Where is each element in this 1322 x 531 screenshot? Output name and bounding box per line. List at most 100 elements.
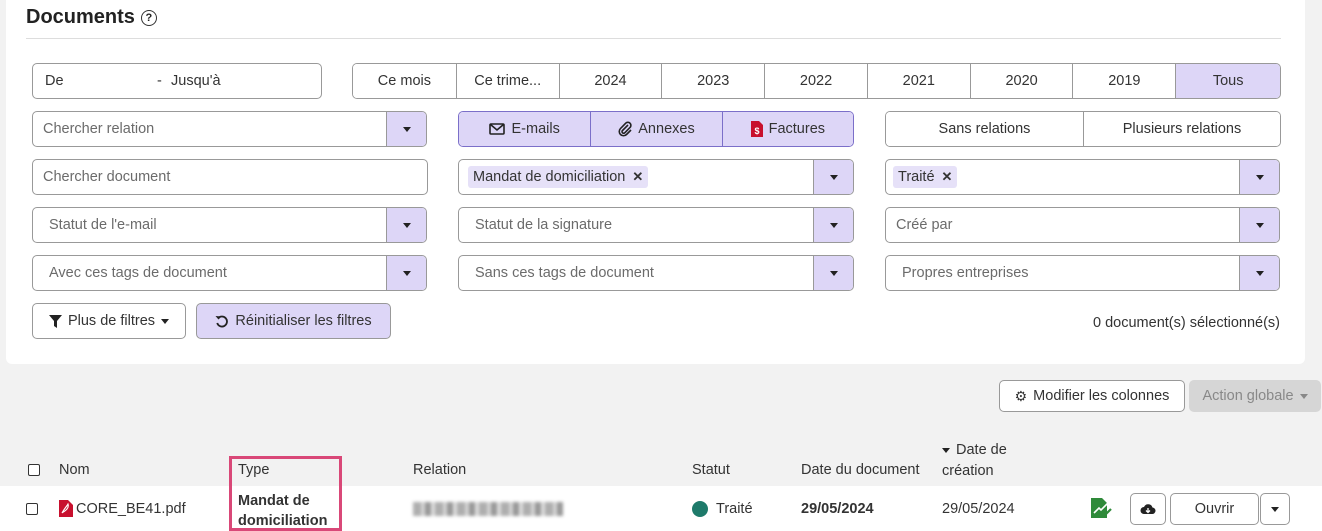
- col-header-created-line1: Date de: [956, 442, 1007, 458]
- period-option[interactable]: 2022: [764, 64, 867, 98]
- page-title: Documents: [26, 6, 135, 28]
- more-filters-label: Plus de filtres: [67, 313, 156, 329]
- download-button[interactable]: [1130, 493, 1166, 525]
- chevron-down-icon[interactable]: [386, 256, 426, 290]
- own-companies-placeholder: Propres entreprises: [902, 265, 1029, 281]
- date-range-input[interactable]: De - Jusqu'à: [32, 63, 322, 99]
- chevron-down-icon: [1271, 506, 1279, 512]
- relation-redacted: [413, 502, 563, 516]
- col-header-created[interactable]: Date de création: [942, 442, 1007, 484]
- period-option[interactable]: 2021: [866, 64, 970, 98]
- status-select[interactable]: Traité ✕: [885, 159, 1280, 195]
- invoices-toggle[interactable]: $ Factures: [721, 112, 853, 146]
- attachments-label: Annexes: [638, 121, 695, 137]
- emails-label: E-mails: [511, 121, 560, 137]
- relation-search[interactable]: Chercher relation: [32, 111, 427, 147]
- without-tags-placeholder: Sans ces tags de document: [475, 265, 654, 281]
- emails-toggle[interactable]: E-mails: [459, 112, 591, 146]
- relation-placeholder: Chercher relation: [43, 121, 155, 137]
- with-tags-placeholder: Avec ces tags de document: [49, 265, 227, 281]
- global-action-label: Action globale: [1202, 388, 1294, 404]
- created-date: 29/05/2024: [942, 501, 1015, 517]
- date-to-label: Jusqu'à: [171, 73, 221, 89]
- without-tags-select[interactable]: Sans ces tags de document: [458, 255, 854, 291]
- table-row[interactable]: [0, 486, 1322, 531]
- col-header-name[interactable]: Nom: [59, 462, 90, 478]
- more-filters-button[interactable]: Plus de filtres: [32, 303, 186, 339]
- reset-filters-label: Réinitialiser les filtres: [235, 313, 372, 329]
- chevron-down-icon[interactable]: [1239, 160, 1279, 194]
- undo-icon: [215, 315, 229, 328]
- chevron-down-icon[interactable]: [386, 208, 426, 242]
- document-date: 29/05/2024: [801, 501, 874, 517]
- period-selector: Ce mois Ce trime... 2024 2023 2022 2021 …: [352, 63, 1281, 99]
- status-dot: [692, 501, 708, 517]
- document-type-select[interactable]: Mandat de domiciliation ✕: [458, 159, 854, 195]
- status-chip-label: Traité: [898, 169, 935, 185]
- period-option[interactable]: 2024: [558, 64, 662, 98]
- sort-desc-icon: [942, 447, 950, 453]
- period-option[interactable]: Ce mois: [353, 64, 456, 98]
- help-icon[interactable]: ?: [140, 9, 157, 26]
- paperclip-icon: [618, 121, 632, 137]
- chevron-down-icon[interactable]: [1239, 208, 1279, 242]
- row-checkbox[interactable]: [26, 503, 38, 515]
- period-option[interactable]: 2023: [661, 64, 765, 98]
- attachments-toggle[interactable]: Annexes: [590, 112, 722, 146]
- sign-document-icon[interactable]: [1091, 498, 1112, 519]
- select-all-checkbox[interactable]: [28, 464, 40, 476]
- type-chip-label: Mandat de domiciliation: [473, 169, 626, 185]
- global-action-button[interactable]: Action globale: [1189, 380, 1321, 412]
- modify-columns-button[interactable]: ⚙ Modifier les colonnes: [999, 380, 1185, 412]
- invoice-icon: $: [750, 121, 763, 137]
- filter-icon: [48, 314, 62, 328]
- col-header-doc-date[interactable]: Date du document: [801, 462, 920, 478]
- reset-filters-button[interactable]: Réinitialiser les filtres: [196, 303, 391, 339]
- own-companies-select[interactable]: Propres entreprises: [885, 255, 1280, 291]
- open-label: Ouvrir: [1194, 501, 1235, 517]
- col-header-relation[interactable]: Relation: [413, 462, 466, 478]
- type-chip: Mandat de domiciliation ✕: [468, 166, 649, 188]
- relation-mode-selector: Sans relations Plusieurs relations: [885, 111, 1281, 147]
- document-search[interactable]: Chercher document: [32, 159, 428, 195]
- signature-status-placeholder: Statut de la signature: [475, 217, 613, 233]
- signature-status-select[interactable]: Statut de la signature: [458, 207, 854, 243]
- col-header-created-line2: création: [942, 463, 994, 479]
- period-option-selected[interactable]: Tous: [1175, 64, 1280, 98]
- cloud-download-icon: [1140, 504, 1156, 515]
- email-status-placeholder: Statut de l'e-mail: [49, 217, 157, 233]
- status-chip: Traité ✕: [893, 166, 958, 188]
- chevron-down-icon[interactable]: [813, 160, 853, 194]
- remove-chip-icon[interactable]: ✕: [632, 169, 643, 185]
- doc-type-toggle: E-mails Annexes $ Factures: [458, 111, 854, 147]
- modify-columns-label: Modifier les colonnes: [1033, 388, 1170, 404]
- chevron-down-icon: [1299, 393, 1308, 399]
- open-dropdown-button[interactable]: [1260, 493, 1290, 525]
- chevron-down-icon[interactable]: [1239, 256, 1279, 290]
- date-from-label: De: [45, 73, 64, 89]
- invoices-label: Factures: [768, 121, 826, 137]
- period-option[interactable]: 2020: [969, 64, 1073, 98]
- created-by-select[interactable]: Créé par: [885, 207, 1280, 243]
- with-tags-select[interactable]: Avec ces tags de document: [32, 255, 427, 291]
- chevron-down-icon[interactable]: [386, 112, 426, 146]
- page-title-wrap: Documents ?: [26, 6, 157, 29]
- open-button[interactable]: Ouvrir: [1170, 493, 1259, 525]
- period-option[interactable]: 2019: [1072, 64, 1176, 98]
- file-name[interactable]: CORE_BE41.pdf: [76, 501, 186, 517]
- date-separator: -: [157, 73, 162, 89]
- chevron-down-icon[interactable]: [813, 256, 853, 290]
- pdf-icon: [59, 500, 73, 517]
- period-option[interactable]: Ce trime...: [455, 64, 559, 98]
- email-status-select[interactable]: Statut de l'e-mail: [32, 207, 427, 243]
- gear-icon: ⚙: [1014, 387, 1028, 404]
- chevron-down-icon[interactable]: [813, 208, 853, 242]
- col-header-status[interactable]: Statut: [692, 462, 730, 478]
- status-text: Traité: [716, 501, 753, 517]
- no-relations-option[interactable]: Sans relations: [886, 112, 1083, 146]
- multiple-relations-option[interactable]: Plusieurs relations: [1083, 112, 1280, 146]
- type-column-highlight: [229, 456, 342, 531]
- envelope-icon: [489, 123, 506, 135]
- remove-chip-icon[interactable]: ✕: [942, 169, 953, 185]
- chevron-down-icon: [161, 318, 170, 324]
